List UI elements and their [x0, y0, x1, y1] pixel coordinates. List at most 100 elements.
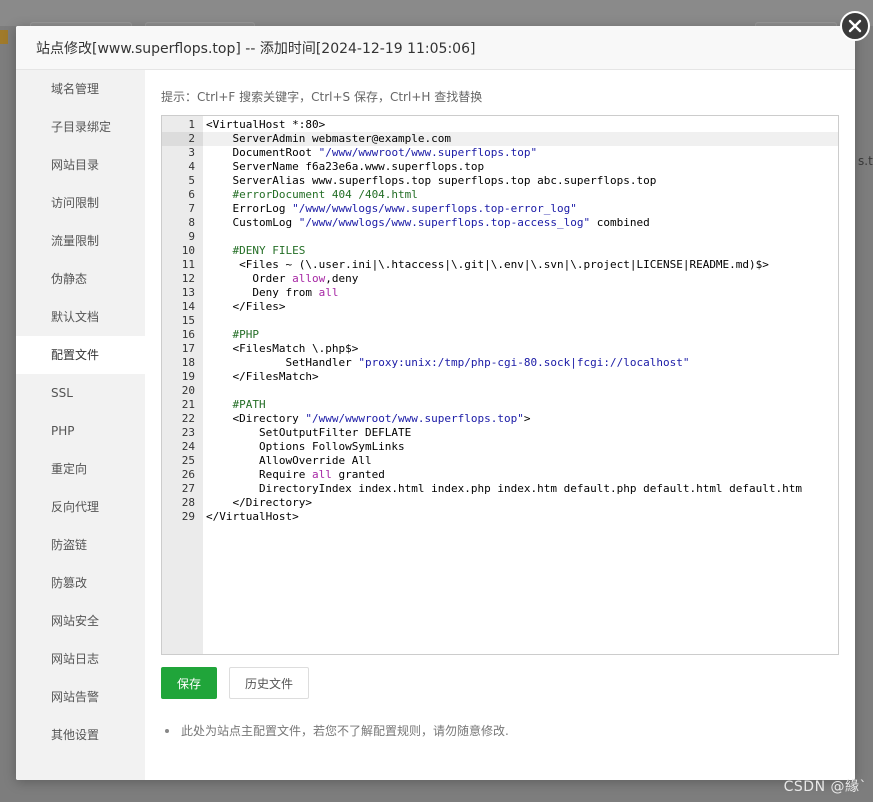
sidebar-item[interactable]: SSL: [16, 374, 145, 412]
code-text[interactable]: ServerAlias www.superflops.top superflop…: [206, 174, 656, 188]
sidebar-item[interactable]: 域名管理: [16, 70, 145, 108]
history-files-button[interactable]: 历史文件: [229, 667, 309, 699]
sidebar-item[interactable]: 默认文档: [16, 298, 145, 336]
code-text[interactable]: </VirtualHost>: [206, 510, 299, 524]
line-number: 20: [181, 384, 195, 397]
line-number: 29: [181, 510, 195, 523]
code-text[interactable]: Deny from all: [206, 286, 338, 300]
code-text[interactable]: </Directory>: [206, 496, 311, 510]
code-text[interactable]: Options FollowSymLinks: [206, 440, 405, 454]
code-line[interactable]: 12 Order allow,deny: [162, 272, 838, 286]
watermark: CSDN @緣`: [783, 779, 867, 795]
line-number: 27: [181, 482, 195, 495]
code-line[interactable]: 17 <FilesMatch \.php$>: [162, 342, 838, 356]
code-line[interactable]: 23 SetOutputFilter DEFLATE: [162, 426, 838, 440]
code-line[interactable]: 15: [162, 314, 838, 328]
line-number: 24: [181, 440, 195, 453]
background-badge: [0, 30, 8, 44]
code-line[interactable]: 1 <VirtualHost *:80>: [162, 118, 838, 132]
sidebar-item[interactable]: 访问限制: [16, 184, 145, 222]
code-text[interactable]: </FilesMatch>: [206, 370, 318, 384]
background-text: s.to: [858, 154, 873, 168]
close-dialog-button[interactable]: [840, 11, 870, 41]
code-line[interactable]: 8 CustomLog "/www/wwwlogs/www.superflops…: [162, 216, 838, 230]
code-text[interactable]: DirectoryIndex index.html index.php inde…: [206, 482, 802, 496]
code-line[interactable]: 26 Require all granted: [162, 468, 838, 482]
code-line[interactable]: 11 <Files ~ (\.user.ini|\.htaccess|\.git…: [162, 258, 838, 272]
sidebar-item[interactable]: 重定向: [16, 450, 145, 488]
sidebar-item[interactable]: 反向代理: [16, 488, 145, 526]
code-text[interactable]: ErrorLog "/www/wwwlogs/www.superflops.to…: [206, 202, 576, 216]
code-line[interactable]: 22 <Directory "/www/wwwroot/www.superflo…: [162, 412, 838, 426]
code-line[interactable]: 10 #DENY FILES: [162, 244, 838, 258]
sidebar-item[interactable]: 网站安全: [16, 602, 145, 640]
code-text[interactable]: Order allow,deny: [206, 272, 358, 286]
sidebar-item[interactable]: 网站告警: [16, 678, 145, 716]
line-number: 28: [181, 496, 195, 509]
code-text[interactable]: CustomLog "/www/wwwlogs/www.superflops.t…: [206, 216, 649, 230]
code-line[interactable]: 6 #errorDocument 404 /404.html: [162, 188, 838, 202]
code-line[interactable]: 27 DirectoryIndex index.html index.php i…: [162, 482, 838, 496]
code-text[interactable]: Require all granted: [206, 468, 385, 482]
code-line[interactable]: 16 #PHP: [162, 328, 838, 342]
code-text[interactable]: SetOutputFilter DEFLATE: [206, 426, 411, 440]
code-line[interactable]: 13 Deny from all: [162, 286, 838, 300]
line-number: 26: [181, 468, 195, 481]
save-button[interactable]: 保存: [161, 667, 217, 699]
code-line[interactable]: 20: [162, 384, 838, 398]
code-text[interactable]: <FilesMatch \.php$>: [206, 342, 358, 356]
code-line[interactable]: 21 #PATH: [162, 398, 838, 412]
line-number: 22: [181, 412, 195, 425]
code-line[interactable]: 3 DocumentRoot "/www/wwwroot/www.superfl…: [162, 146, 838, 160]
code-line[interactable]: 7 ErrorLog "/www/wwwlogs/www.superflops.…: [162, 202, 838, 216]
code-text[interactable]: #errorDocument 404 /404.html: [206, 188, 417, 202]
code-text[interactable]: #DENY FILES: [206, 244, 305, 258]
code-line[interactable]: 29 </VirtualHost>: [162, 510, 838, 524]
line-number: 13: [181, 286, 195, 299]
code-text[interactable]: <Files ~ (\.user.ini|\.htaccess|\.git|\.…: [206, 258, 769, 272]
code-line[interactable]: 5 ServerAlias www.superflops.top superfl…: [162, 174, 838, 188]
code-line[interactable]: 19 </FilesMatch>: [162, 370, 838, 384]
bullet-icon: [165, 728, 169, 733]
line-number: 4: [188, 160, 195, 173]
sidebar-item[interactable]: 网站日志: [16, 640, 145, 678]
line-number: 15: [181, 314, 195, 327]
code-text[interactable]: AllowOverride All: [206, 454, 372, 468]
config-warning-text: 此处为站点主配置文件，若您不了解配置规则，请勿随意修改.: [181, 724, 509, 738]
line-number: 25: [181, 454, 195, 467]
code-line[interactable]: 9: [162, 230, 838, 244]
code-line[interactable]: 28 </Directory>: [162, 496, 838, 510]
code-text[interactable]: DocumentRoot "/www/wwwroot/www.superflop…: [206, 146, 537, 160]
line-number: 18: [181, 356, 195, 369]
config-warning-note: 此处为站点主配置文件，若您不了解配置规则，请勿随意修改.: [165, 722, 509, 739]
code-text[interactable]: ServerAdmin webmaster@example.com: [206, 132, 451, 146]
sidebar-item[interactable]: 防篡改: [16, 564, 145, 602]
sidebar-item[interactable]: 伪静态: [16, 260, 145, 298]
line-number: 17: [181, 342, 195, 355]
sidebar-item[interactable]: 子目录绑定: [16, 108, 145, 146]
code-text[interactable]: <VirtualHost *:80>: [206, 118, 325, 132]
line-number: 9: [188, 230, 195, 243]
line-number: 2: [162, 132, 203, 146]
code-line[interactable]: 2 ServerAdmin webmaster@example.com: [162, 132, 838, 146]
sidebar-item[interactable]: 配置文件: [16, 336, 145, 374]
code-text[interactable]: <Directory "/www/wwwroot/www.superflops.…: [206, 412, 530, 426]
code-line[interactable]: 18 SetHandler "proxy:unix:/tmp/php-cgi-8…: [162, 356, 838, 370]
sidebar-item[interactable]: 其他设置: [16, 716, 145, 754]
code-text[interactable]: ServerName f6a23e6a.www.superflops.top: [206, 160, 484, 174]
code-text[interactable]: #PHP: [206, 328, 259, 342]
code-line[interactable]: 24 Options FollowSymLinks: [162, 440, 838, 454]
sidebar-item[interactable]: 网站目录: [16, 146, 145, 184]
code-line[interactable]: 25 AllowOverride All: [162, 454, 838, 468]
code-line[interactable]: 14 </Files>: [162, 300, 838, 314]
code-text[interactable]: </Files>: [206, 300, 285, 314]
code-editor[interactable]: 1 <VirtualHost *:80> 2 ServerAdmin webmast…: [161, 115, 839, 655]
code-text[interactable]: #PATH: [206, 398, 265, 412]
code-text[interactable]: SetHandler "proxy:unix:/tmp/php-cgi-80.s…: [206, 356, 689, 370]
code-lines[interactable]: 1 <VirtualHost *:80> 2 ServerAdmin webmast…: [162, 118, 838, 524]
line-number: 10: [181, 244, 195, 257]
sidebar-item[interactable]: 流量限制: [16, 222, 145, 260]
sidebar-item[interactable]: PHP: [16, 412, 145, 450]
sidebar-item[interactable]: 防盗链: [16, 526, 145, 564]
code-line[interactable]: 4 ServerName f6a23e6a.www.superflops.top: [162, 160, 838, 174]
